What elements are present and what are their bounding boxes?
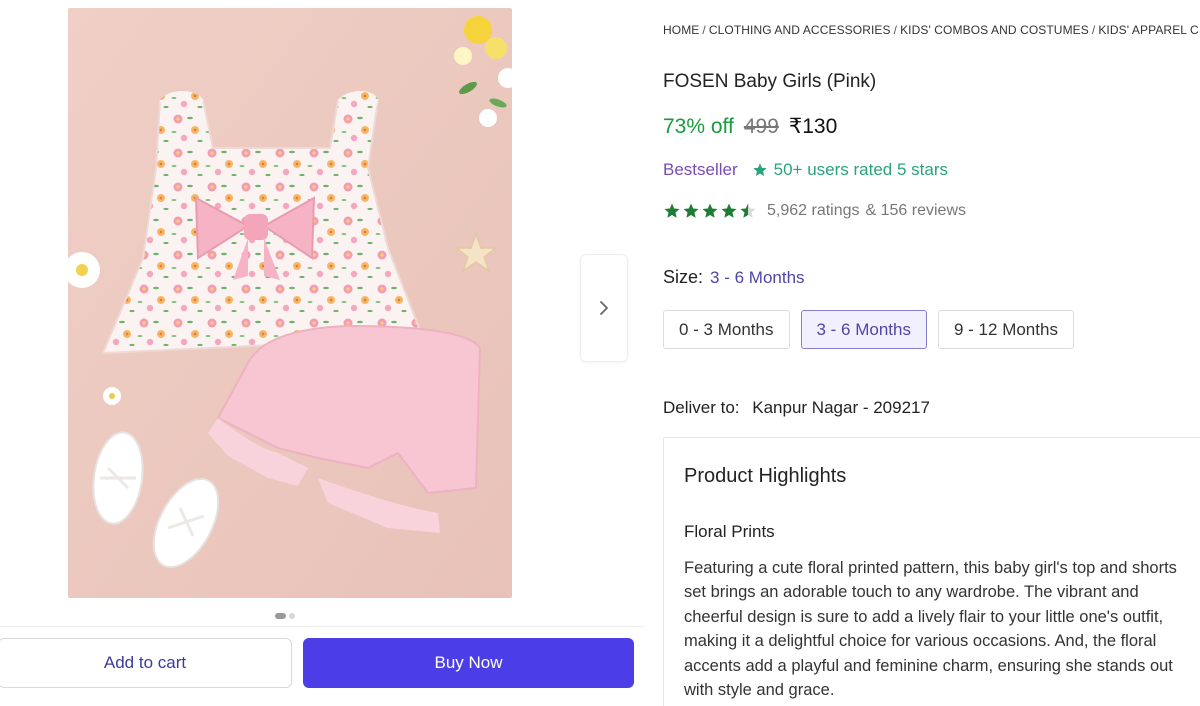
deliver-label: Deliver to: <box>663 398 740 417</box>
size-option-9-12-months[interactable]: 9 - 12 Months <box>938 310 1074 349</box>
pagination-dot-active[interactable] <box>275 613 286 619</box>
size-label-text: Size: <box>663 267 704 287</box>
breadcrumb-item-kids-apparel[interactable]: KIDS' APPAREL C <box>1098 23 1199 37</box>
breadcrumb-separator: / <box>1091 23 1096 37</box>
star-full-icon <box>702 203 718 218</box>
size-option-3-6-months[interactable]: 3 - 6 Months <box>800 310 927 349</box>
star-full-icon <box>664 203 680 218</box>
reviews-count: & 156 reviews <box>865 202 967 219</box>
bestseller-badge: Bestseller <box>663 160 738 179</box>
highlights-title: Product Highlights <box>684 465 847 487</box>
buy-now-button[interactable]: Buy Now <box>303 638 634 688</box>
star-full-icon <box>683 203 699 218</box>
star-half-icon <box>740 203 756 218</box>
price-row: 73% off 499 ₹130 <box>663 114 837 139</box>
gallery-next-button[interactable] <box>580 254 628 362</box>
rating-row[interactable]: 5,962 ratings & 156 reviews <box>663 202 966 220</box>
highlights-subtitle: Floral Prints <box>684 522 775 541</box>
size-option-0-3-months[interactable]: 0 - 3 Months <box>663 310 790 349</box>
breadcrumb-item-kids-combos[interactable]: KIDS' COMBOS AND COSTUMES <box>900 23 1089 37</box>
product-info: HOME / CLOTHING AND ACCESSORIES / KIDS' COMB… <box>663 0 1200 706</box>
size-label: Size: 3 - 6 Months <box>663 267 805 288</box>
badge-row: Bestseller 50+ users rated 5 stars <box>663 160 948 180</box>
chevron-right-icon <box>600 301 608 315</box>
star-badge-icon <box>752 163 767 176</box>
star-full-icon <box>721 203 737 218</box>
selling-price: ₹130 <box>788 115 838 138</box>
original-price: 499 <box>743 115 779 138</box>
selected-size-value: 3 - 6 Months <box>710 268 805 287</box>
product-highlights: Product Highlights Floral Prints Featuri… <box>663 437 1200 706</box>
highlights-description: Featuring a cute floral printed pattern,… <box>684 559 1177 700</box>
delivery-info[interactable]: Deliver to: Kanpur Nagar - 209217 <box>663 398 930 418</box>
breadcrumb-item-home[interactable]: HOME <box>663 23 699 37</box>
product-gallery: Add to cart Buy Now <box>0 0 645 706</box>
product-image[interactable] <box>68 8 512 598</box>
product-title: FOSEN Baby Girls (Pink) <box>663 71 877 92</box>
users-rated-text: 50+ users rated 5 stars <box>773 160 948 179</box>
users-rated-badge: 50+ users rated 5 stars <box>752 160 948 180</box>
breadcrumb-separator: / <box>893 23 898 37</box>
add-to-cart-button[interactable]: Add to cart <box>0 638 292 688</box>
breadcrumb-item-clothing[interactable]: CLOTHING AND ACCESSORIES <box>709 23 891 37</box>
pagination-dot[interactable] <box>289 613 295 619</box>
divider <box>0 626 645 627</box>
discount-percent: 73% off <box>663 115 734 138</box>
ratings-count: 5,962 ratings <box>767 202 860 219</box>
breadcrumb-separator: / <box>702 23 706 37</box>
delivery-location: Kanpur Nagar - 209217 <box>752 398 930 417</box>
breadcrumb: HOME / CLOTHING AND ACCESSORIES / KIDS' COMB… <box>663 23 1200 37</box>
star-rating <box>663 202 757 220</box>
size-options: 0 - 3 Months 3 - 6 Months 9 - 12 Months <box>663 310 1074 349</box>
gallery-pagination <box>275 613 295 619</box>
